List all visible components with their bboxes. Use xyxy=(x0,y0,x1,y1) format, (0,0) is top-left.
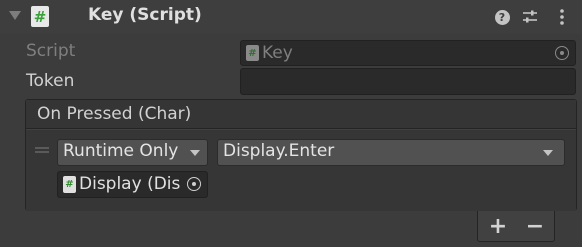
foldout-arrow-icon[interactable] xyxy=(9,11,21,20)
script-file-icon: # xyxy=(63,176,76,193)
event-footer: + − xyxy=(477,211,555,242)
script-icon: # xyxy=(31,6,49,27)
event-header-label: On Pressed (Char) xyxy=(37,104,192,124)
component-header: # Key (Script) ? xyxy=(0,0,582,34)
call-state-dropdown[interactable]: Runtime Only xyxy=(57,139,208,166)
unity-event-list: On Pressed (Char) Runtime Only Display.E… xyxy=(25,99,577,211)
object-picker-icon[interactable] xyxy=(555,46,569,60)
script-icon-glyph: # xyxy=(33,7,47,26)
add-listener-button[interactable]: + xyxy=(488,214,508,239)
chevron-down-icon xyxy=(543,150,553,156)
target-object-field[interactable]: # Display (Dis xyxy=(57,171,208,198)
target-object-value: Display (Dis xyxy=(79,174,181,194)
drag-handle-icon[interactable] xyxy=(35,147,49,153)
event-listener-row: Runtime Only Display.Enter # Display (Di… xyxy=(26,130,576,211)
token-label: Token xyxy=(26,71,75,91)
help-icon[interactable]: ? xyxy=(493,8,511,26)
event-header: On Pressed (Char) xyxy=(26,100,576,129)
script-field[interactable]: # Key xyxy=(240,40,576,66)
object-picker-icon[interactable] xyxy=(187,177,201,191)
function-value: Display.Enter xyxy=(223,141,335,161)
preset-icon[interactable] xyxy=(521,8,539,26)
token-input[interactable] xyxy=(240,68,576,95)
script-field-value: Key xyxy=(262,43,293,63)
chevron-down-icon xyxy=(190,150,200,156)
more-icon[interactable] xyxy=(553,8,571,26)
script-label: Script xyxy=(26,41,76,61)
remove-listener-button[interactable]: − xyxy=(525,214,545,239)
function-dropdown[interactable]: Display.Enter xyxy=(217,139,565,166)
script-file-icon: # xyxy=(246,45,259,61)
call-state-value: Runtime Only xyxy=(63,141,179,161)
component-title: Key (Script) xyxy=(88,5,202,25)
